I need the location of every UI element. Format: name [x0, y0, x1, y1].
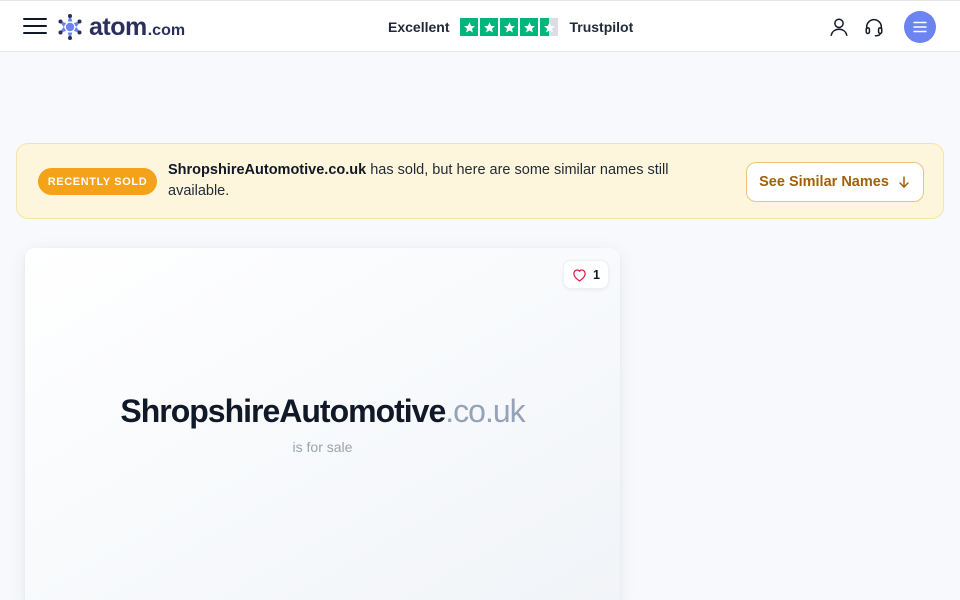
banner-message: ShropshireAutomotive.co.uk has sold, but… — [168, 160, 708, 202]
star-icon — [460, 18, 479, 36]
star-icon — [480, 18, 499, 36]
rating-label: Excellent — [388, 19, 450, 35]
atom-logo[interactable]: atom .com — [56, 12, 185, 42]
hamburger-icon[interactable] — [23, 16, 47, 36]
trustpilot-rating[interactable]: Excellent Trustpilot — [388, 17, 633, 37]
see-similar-names-button[interactable]: See Similar Names — [746, 162, 924, 202]
star-icon — [520, 18, 539, 36]
arrow-down-icon — [899, 176, 909, 188]
like-count: 1 — [593, 267, 600, 282]
heart-icon — [573, 268, 586, 282]
user-icon[interactable] — [828, 16, 850, 38]
headset-icon[interactable] — [863, 16, 885, 38]
logo-suffix: .com — [147, 21, 186, 39]
for-sale-label: is for sale — [292, 439, 353, 455]
domain-title: ShropshireAutomotive.co.uk — [25, 391, 620, 431]
menu-button[interactable] — [904, 11, 936, 43]
logo-text: atom — [89, 12, 147, 41]
rating-provider: Trustpilot — [569, 19, 634, 35]
domain-name: ShropshireAutomotive — [120, 393, 446, 429]
like-button[interactable]: 1 — [563, 260, 609, 289]
recently-sold-banner: RECENTLY SOLD ShropshireAutomotive.co.uk… — [16, 143, 944, 219]
star-icon — [500, 18, 519, 36]
domain-card: 1 ShropshireAutomotive.co.uk is for sale — [25, 248, 620, 600]
atom-logo-icon — [58, 14, 82, 40]
recently-sold-badge: RECENTLY SOLD — [38, 168, 157, 195]
rating-stars — [460, 18, 559, 36]
sold-domain: ShropshireAutomotive.co.uk — [168, 162, 367, 178]
domain-tld: .co.uk — [445, 393, 525, 429]
see-similar-names-label: See Similar Names — [759, 174, 889, 190]
menu-lines-icon — [913, 21, 927, 33]
site-header: atom .com Excellent Trustpilot — [0, 0, 960, 52]
half-star-icon — [540, 18, 559, 36]
